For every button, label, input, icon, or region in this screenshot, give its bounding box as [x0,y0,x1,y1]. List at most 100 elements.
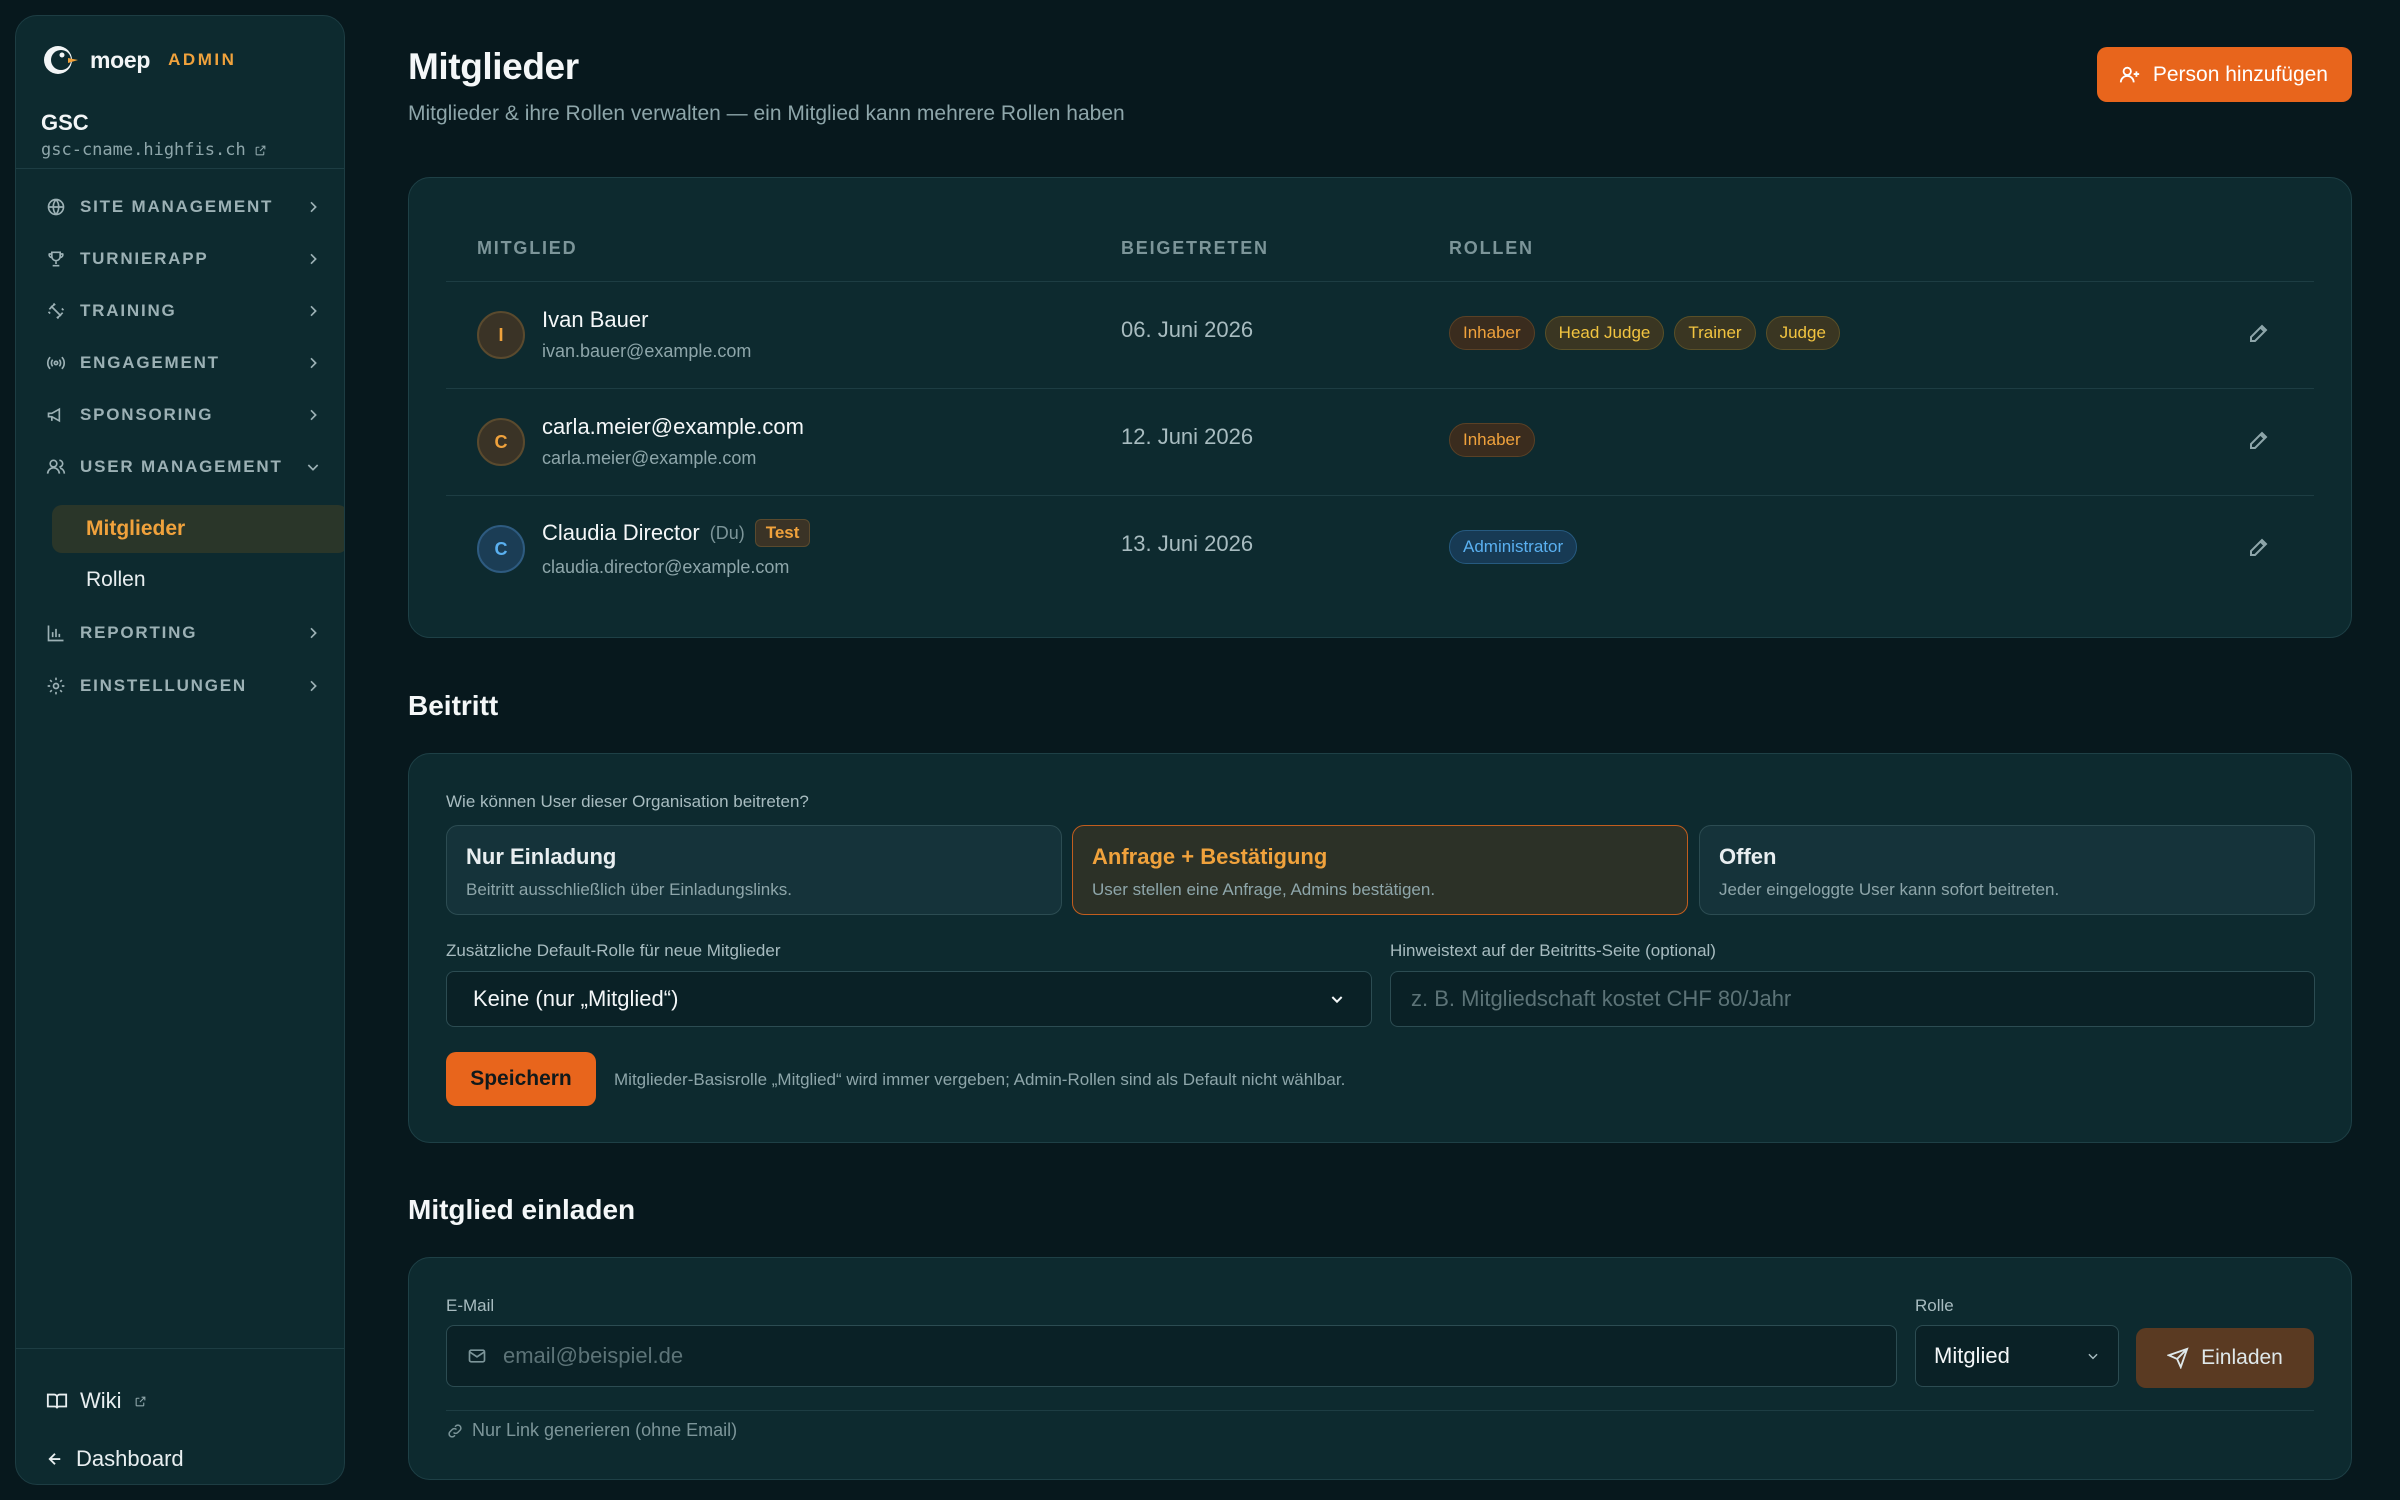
page-title: Mitglieder [408,46,579,87]
table-row: I Ivan Bauer ivan.bauer@example.com 06. … [409,282,2351,388]
edit-pencil-icon[interactable] [2247,321,2271,345]
edit-pencil-icon[interactable] [2247,428,2271,452]
role-badge: Head Judge [1544,316,1665,350]
invite-card: E-Mail email@beispiel.de Rolle Mitglied … [408,1257,2352,1480]
sidebar-item-rollen[interactable]: Rollen [52,556,344,604]
brand-admin-tag: ADMIN [168,50,237,69]
test-badge: Test [754,519,811,547]
section-title-join: Beitritt [408,690,499,721]
section-title-invite: Mitglied einladen [408,1194,636,1225]
email-field[interactable]: email@beispiel.de [446,1325,1897,1387]
brand[interactable]: moep ADMIN [40,42,236,78]
join-question: Wie können User dieser Organisation beit… [446,792,809,811]
chevron-right-icon [310,627,317,639]
nav-reporting[interactable]: REPORTING [46,613,331,653]
page-subtitle: Mitglieder & ihre Rollen verwalten — ein… [408,102,1125,125]
member-name-text: carla.meier@example.com [542,414,804,439]
bar-chart-icon [47,625,64,642]
nav-label: SPONSORING [80,405,214,424]
column-header-member: MITGLIED [477,238,578,258]
org-domain: gsc-cname.highfis.ch [41,140,246,160]
save-button[interactable]: Speichern [446,1052,596,1106]
dumbbell-icon [47,302,65,320]
option-title: Offen [1719,844,1777,869]
default-role-value: Keine (nur „Mitglied“) [473,986,679,1011]
role-badge: Inhaber [1449,423,1535,457]
arrow-left-icon [48,1453,61,1465]
hint-text-placeholder: z. B. Mitgliedschaft kostet CHF 80/Jahr [1411,986,1792,1011]
book-icon [46,1393,68,1409]
email-label: E-Mail [446,1296,495,1315]
member-email: carla.meier@example.com [542,448,757,468]
chevron-down-icon [2088,1353,2098,1360]
table-row: C carla.meier@example.com carla.meier@ex… [409,389,2351,495]
dashboard-link[interactable]: Dashboard [46,1446,184,1472]
member-name: carla.meier@example.com [542,414,804,440]
member-roles: Inhaber Head Judge Trainer Judge [1449,316,1840,350]
nav-training[interactable]: TRAINING [46,291,331,331]
mail-icon [468,1349,486,1363]
nav-label: ENGAGEMENT [80,353,220,372]
chevron-down-icon [1331,996,1343,1004]
org-name: GSC [41,110,89,135]
join-option-invite-only[interactable]: Nur Einladung Beitritt ausschließlich üb… [446,825,1062,915]
default-role-select[interactable]: Keine (nur „Mitglied“) [446,971,1372,1027]
sidebar: moep ADMIN GSC gsc-cname.highfis.ch SITE… [15,15,345,1485]
role-label: Rolle [1915,1296,1954,1315]
wiki-link[interactable]: Wiki [46,1388,147,1414]
link-icon [448,1423,462,1438]
column-header-roles: ROLLEN [1449,238,1534,258]
chevron-right-icon [310,680,317,692]
nav-site-management[interactable]: SITE MANAGEMENT [46,187,331,227]
nav-label: TRAINING [80,301,177,320]
gear-icon [47,677,65,695]
save-hint-text: Mitglieder-Basisrolle „Mitglied“ wird im… [614,1070,1346,1089]
join-option-request-approval[interactable]: Anfrage + Bestätigung User stellen eine … [1072,825,1688,915]
sidebar-item-mitglieder[interactable]: Mitglieder [52,505,344,553]
megaphone-icon [47,407,61,423]
option-title: Anfrage + Bestätigung [1092,844,1328,869]
column-header-joined: BEIGETRETEN [1121,238,1269,258]
nav-label: REPORTING [80,623,198,642]
add-person-button[interactable]: Person hinzufügen [2096,47,2352,102]
member-roles: Administrator [1449,530,1578,564]
external-link-icon [135,1396,145,1406]
user-plus-icon [2119,66,2140,82]
nav-einstellungen[interactable]: EINSTELLUNGEN [46,666,331,706]
table-row: C Claudia Director (Du) Test claudia.dir… [409,496,2351,602]
nav-turnierapp[interactable]: TURNIERAPP [46,239,331,279]
generate-link-only[interactable]: Nur Link generieren (ohne Email) [446,1420,737,1441]
you-indicator: (Du) [709,522,745,543]
org-domain-link[interactable]: gsc-cname.highfis.ch [41,140,267,160]
member-joined-date: 12. Juni 2026 [1121,424,1254,449]
role-select-value: Mitglied [1934,1343,2010,1368]
role-select[interactable]: Mitglied [1915,1325,2119,1387]
invite-button[interactable]: Einladen [2136,1328,2314,1388]
trophy-icon [48,251,64,267]
member-email: ivan.bauer@example.com [542,341,752,361]
add-person-label: Person hinzufügen [2152,62,2328,86]
members-table: MITGLIED BEIGETRETEN ROLLEN I Ivan Bauer… [408,177,2352,638]
member-joined-date: 06. Juni 2026 [1121,317,1254,342]
avatar: I [477,311,525,359]
nav-sponsoring[interactable]: SPONSORING [46,395,331,435]
chevron-down-icon [307,464,319,471]
member-name-text: Ivan Bauer [542,307,649,332]
chevron-right-icon [310,409,317,421]
wiki-label: Wiki [80,1388,122,1413]
sidebar-divider [16,1348,344,1349]
nav-engagement[interactable]: ENGAGEMENT [46,343,331,383]
users-icon [46,459,66,474]
nav-label: EINSTELLUNGEN [80,676,247,695]
hint-text-input[interactable]: z. B. Mitgliedschaft kostet CHF 80/Jahr [1390,971,2315,1027]
option-description: Jeder eingeloggte User kann sofort beitr… [1719,880,2060,899]
external-link-icon [255,145,266,155]
member-joined-date: 13. Juni 2026 [1121,531,1254,556]
nav-user-management[interactable]: USER MANAGEMENT [46,447,331,487]
sidebar-divider [16,168,344,169]
join-settings-card: Wie können User dieser Organisation beit… [408,753,2352,1143]
edit-pencil-icon[interactable] [2247,535,2271,559]
member-name: Ivan Bauer [542,307,648,333]
join-option-open[interactable]: Offen Jeder eingeloggte User kann sofort… [1699,825,2315,915]
globe-icon [47,198,65,216]
